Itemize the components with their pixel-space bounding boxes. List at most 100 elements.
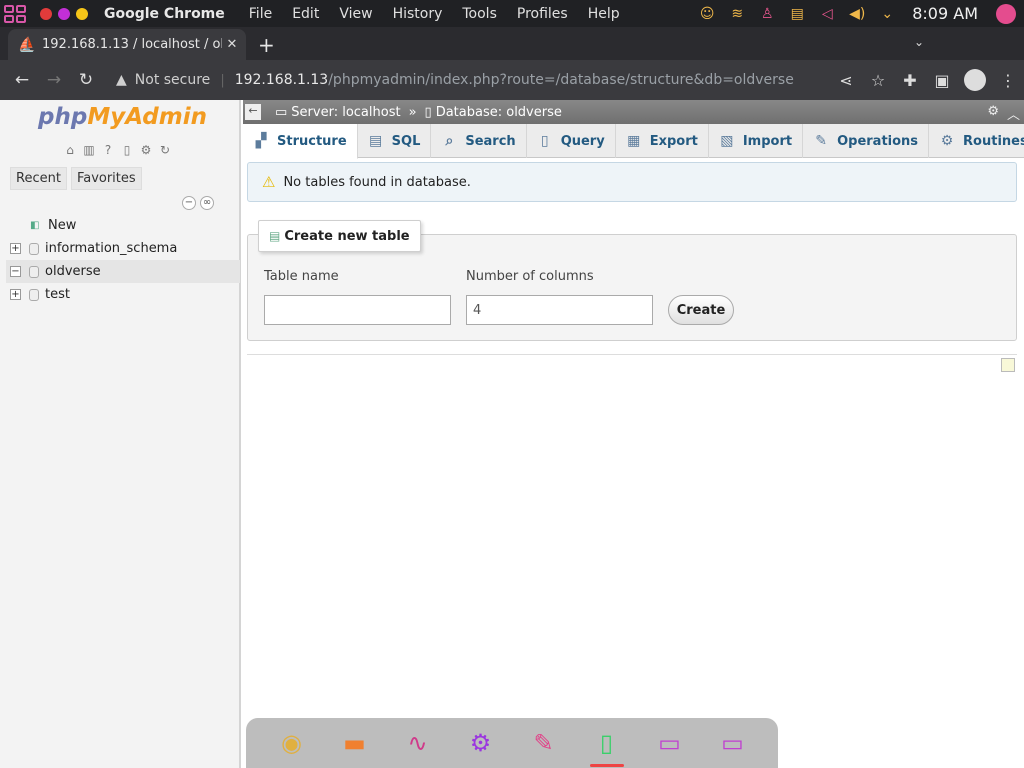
app-menu: File Edit View History Tools Profiles He…	[239, 6, 630, 22]
favorites-button[interactable]: Favorites	[70, 167, 142, 190]
new-tab-icon[interactable]: +	[258, 33, 275, 57]
chromium-icon[interactable]: ◉	[277, 728, 307, 758]
volume-icon[interactable]: ◀)	[848, 6, 866, 22]
breadcrumb-server-label: Server: localhost	[291, 104, 401, 120]
text-editor-icon[interactable]: ✎	[529, 728, 559, 758]
url-field[interactable]: 192.168.1.13/phpmyadmin/index.php?route=…	[235, 72, 794, 88]
person-icon[interactable]: ♙	[758, 6, 776, 22]
tab-search[interactable]: ⌕ Search	[431, 124, 527, 158]
link-with-main-icon[interactable]: ∞	[200, 196, 214, 210]
menu-view[interactable]: View	[329, 6, 382, 22]
user-icon[interactable]: ☺	[698, 6, 716, 22]
create-button[interactable]: Create	[668, 295, 734, 325]
side-panel-icon[interactable]: ▣	[932, 71, 952, 90]
recent-button[interactable]: Recent	[10, 167, 67, 190]
collapse-top-icon[interactable]: ︿	[1007, 104, 1020, 123]
minimize-window-icon[interactable]	[58, 7, 70, 20]
menu-file[interactable]: File	[239, 6, 282, 22]
create-table-form: ▤ Create new table Table name Number of …	[247, 220, 1017, 341]
tab-label: Structure	[277, 133, 347, 149]
rss-icon[interactable]: ≋	[728, 6, 746, 22]
tree-item-oldverse[interactable]: − oldverse	[6, 260, 240, 283]
close-window-icon[interactable]	[40, 7, 52, 20]
tab-routines[interactable]: ⚙ Routines	[929, 124, 1024, 158]
maximize-window-icon[interactable]	[76, 7, 88, 20]
tab-query[interactable]: ▯ Query	[527, 124, 616, 158]
tab-label: SQL	[391, 133, 421, 149]
system-monitor-icon[interactable]: ∿	[403, 728, 433, 758]
terminal-icon[interactable]: ▭	[655, 728, 685, 758]
tree-item-test[interactable]: + test	[6, 283, 240, 306]
system-tray: ☺ ≋ ♙ ▤ ◁ ◀) ⌄ 8:09 AM	[698, 0, 1024, 27]
chevron-down-icon[interactable]: ⌄	[878, 6, 896, 22]
tree-item-information-schema[interactable]: + information_schema	[6, 237, 240, 260]
dock: ◉ ▬ ∿ ⚙ ✎ ▯ ▭ ▭	[246, 718, 778, 768]
terminal-alt-icon[interactable]: ▭	[718, 728, 748, 758]
collapse-nav-icon[interactable]: ←	[245, 104, 261, 120]
logout-icon[interactable]: ▥	[81, 142, 97, 158]
expand-icon[interactable]: +	[10, 243, 21, 254]
collapse-icon[interactable]: −	[10, 266, 21, 277]
tree-item-label: oldverse	[45, 264, 101, 279]
settings-icon[interactable]: ⚙	[138, 142, 154, 158]
menu-profiles[interactable]: Profiles	[507, 6, 578, 22]
docs-icon[interactable]: ▯	[119, 142, 135, 158]
import-icon: ▧	[720, 133, 734, 149]
breadcrumb-server[interactable]: ▭ Server: localhost	[275, 105, 401, 120]
pma-logo[interactable]: phpMyAdmin	[38, 104, 207, 130]
extensions-icon[interactable]: ✚	[900, 71, 920, 90]
menu-edit[interactable]: Edit	[282, 6, 329, 22]
server-icon: ▭	[275, 104, 288, 120]
help-icon[interactable]: ?	[100, 142, 116, 158]
structure-icon: ▞	[255, 133, 267, 149]
tab-strip: ⛵ 192.168.1.13 / localhost / oldverse ✕ …	[0, 27, 1024, 60]
file-manager-icon[interactable]: ▬	[340, 728, 370, 758]
url-path: /phpmyadmin/index.php?route=/database/st…	[328, 72, 794, 88]
back-icon[interactable]: ←	[6, 70, 38, 90]
more-menu-icon[interactable]: ⋮	[998, 71, 1018, 90]
mic-icon[interactable]: ◁	[818, 6, 836, 22]
tree-item-label: information_schema	[45, 241, 178, 256]
tab-search-chevron-icon[interactable]: ⌄	[914, 35, 924, 49]
database-icon	[29, 265, 39, 278]
tree-item-new[interactable]: ◧ New	[6, 214, 240, 237]
tab-label: Import	[742, 133, 793, 149]
reload-nav-icon[interactable]: ↻	[157, 142, 173, 158]
tab-export[interactable]: ▦ Export	[616, 124, 709, 158]
avatar[interactable]	[996, 3, 1016, 24]
bookmark-star-icon[interactable]: ☆	[868, 71, 888, 90]
expand-icon[interactable]: +	[10, 289, 21, 300]
menu-help[interactable]: Help	[578, 6, 630, 22]
tab-import[interactable]: ▧ Import	[709, 124, 804, 158]
home-icon[interactable]: ⌂	[62, 142, 78, 158]
reload-icon[interactable]: ↻	[70, 70, 102, 90]
breadcrumb-database[interactable]: ▯ Database: oldverse	[425, 105, 562, 120]
browser-tab[interactable]: ⛵ 192.168.1.13 / localhost / oldverse ✕	[8, 29, 246, 60]
profile-icon[interactable]	[964, 69, 986, 91]
app-grid-icon[interactable]	[4, 4, 26, 23]
clipboard-icon[interactable]: ▤	[788, 6, 806, 22]
os-top-bar: Google Chrome File Edit View History Too…	[0, 0, 1024, 27]
close-icon[interactable]: ✕	[222, 37, 242, 52]
security-indicator[interactable]: ▲ Not secure	[116, 72, 210, 88]
menu-tools[interactable]: Tools	[452, 6, 507, 22]
console-toggle-icon[interactable]	[1001, 358, 1015, 372]
menu-history[interactable]: History	[383, 6, 453, 22]
notice-text: No tables found in database.	[283, 174, 471, 190]
gear-icon[interactable]: ⚙	[987, 104, 999, 123]
tab-sql[interactable]: ▤ SQL	[358, 124, 432, 158]
tree-item-label: New	[48, 218, 77, 233]
tab-operations[interactable]: ✎ Operations	[803, 124, 930, 158]
tab-structure[interactable]: ▞ Structure	[243, 124, 358, 159]
forward-icon[interactable]: →	[38, 70, 70, 90]
tab-label: Operations	[837, 133, 919, 149]
num-columns-input[interactable]	[466, 295, 653, 325]
warning-icon: ▲	[116, 72, 127, 88]
collapse-all-icon[interactable]: −	[182, 196, 196, 210]
phpmyadmin-favicon-icon: ⛵	[18, 36, 36, 53]
table-name-input[interactable]	[264, 295, 451, 325]
new-table-icon: ▤	[269, 229, 281, 243]
phone-app-icon[interactable]: ▯	[589, 728, 624, 767]
settings-icon[interactable]: ⚙	[466, 728, 496, 758]
share-icon[interactable]: ⋖	[836, 71, 856, 90]
